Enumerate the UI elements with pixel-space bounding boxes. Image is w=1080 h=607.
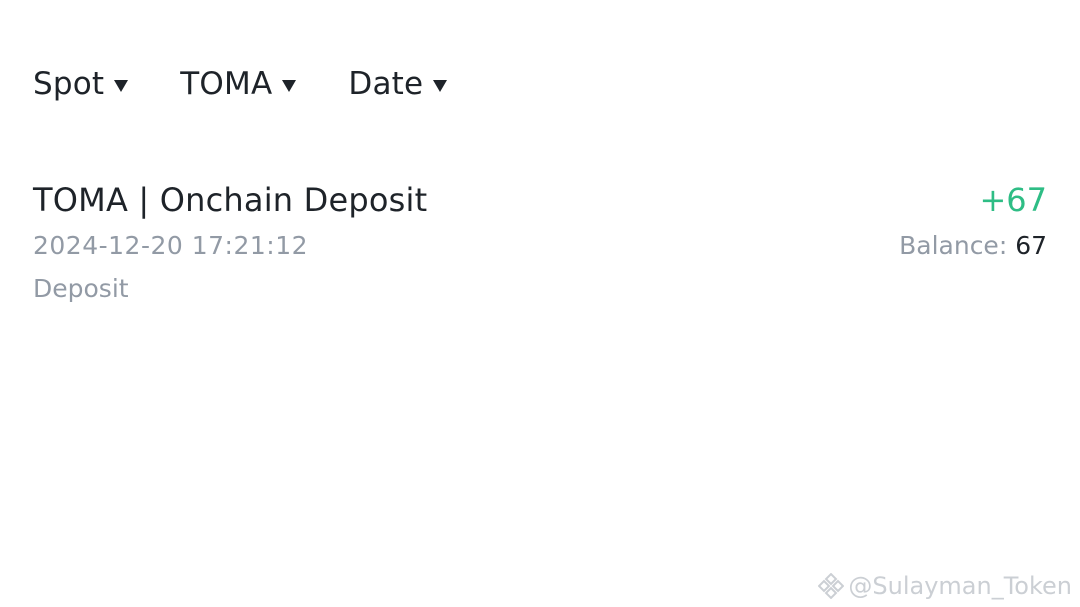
date-filter-label: Date	[348, 66, 424, 102]
watermark-text: @Sulayman_Token	[848, 572, 1072, 600]
balance-label: Balance:	[899, 231, 1016, 260]
account-filter-dropdown[interactable]: Spot	[33, 62, 129, 106]
transaction-type: Deposit	[33, 274, 129, 303]
caret-down-icon	[282, 80, 297, 92]
transaction-row[interactable]: TOMA | Onchain Deposit +67 2024-12-20 17…	[33, 178, 1047, 310]
watermark: @Sulayman_Token	[818, 571, 1072, 601]
filter-bar: Spot TOMA Date	[33, 62, 448, 106]
coin-filter-label: TOMA	[180, 66, 273, 102]
caret-down-icon	[114, 80, 129, 92]
account-filter-label: Spot	[33, 66, 105, 102]
binance-logo-icon	[818, 573, 845, 599]
caret-down-icon	[433, 80, 448, 92]
transaction-balance: Balance: 67	[899, 228, 1047, 264]
balance-value: 67	[1015, 231, 1047, 260]
transaction-title: TOMA | Onchain Deposit	[33, 181, 428, 219]
date-filter-dropdown[interactable]: Date	[348, 62, 448, 106]
transaction-timestamp: 2024-12-20 17:21:12	[33, 231, 309, 260]
coin-filter-dropdown[interactable]: TOMA	[180, 62, 297, 106]
transaction-amount: +67	[979, 181, 1047, 219]
